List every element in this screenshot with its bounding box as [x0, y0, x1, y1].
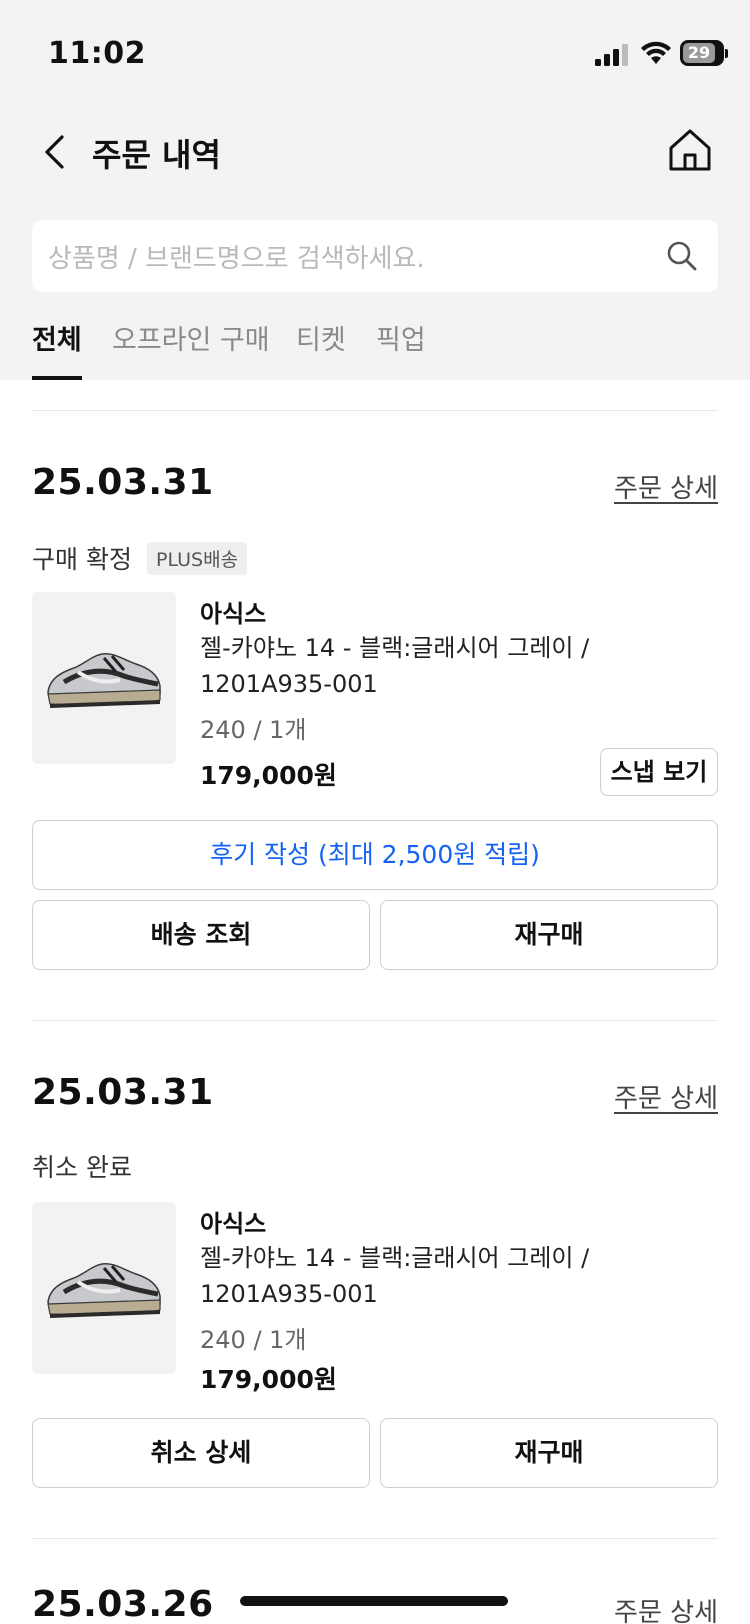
reorder-button[interactable]: 재구매	[380, 1418, 718, 1488]
back-icon[interactable]	[40, 134, 72, 170]
tab-offline[interactable]: 오프라인 구매	[112, 318, 270, 380]
product-name[interactable]: 젤-카야노 14 - 블랙:글래시어 그레이 / 1201A935-001	[200, 630, 600, 702]
home-indicator	[240, 1596, 508, 1606]
product-option: 240 / 1개	[200, 1326, 307, 1354]
divider	[32, 410, 718, 411]
home-icon[interactable]	[668, 128, 712, 172]
cellular-signal-icon	[595, 42, 629, 66]
order-date: 25.03.31	[32, 1072, 214, 1113]
write-review-button[interactable]: 후기 작성 (최대 2,500원 적립)	[32, 820, 718, 890]
order-date: 25.03.31	[32, 462, 214, 503]
search-icon[interactable]	[666, 240, 698, 272]
divider	[32, 1020, 718, 1021]
order-detail-link[interactable]: 주문 상세	[614, 468, 718, 505]
order-status-row: 구매 확정 PLUS배송	[32, 540, 248, 576]
tab-pickup[interactable]: 픽업	[376, 318, 426, 380]
tab-bar: 전체 오프라인 구매 티켓 픽업	[0, 318, 750, 380]
battery-icon: 29	[680, 40, 728, 66]
product-price: 179,000원	[200, 1365, 337, 1394]
track-delivery-button[interactable]: 배송 조회	[32, 900, 370, 970]
sneaker-icon	[47, 1262, 161, 1318]
delivery-badge: PLUS배송	[147, 541, 248, 575]
cancel-detail-button[interactable]: 취소 상세	[32, 1418, 370, 1488]
product-image[interactable]	[32, 592, 176, 764]
reorder-button[interactable]: 재구매	[380, 900, 718, 970]
battery-level: 29	[687, 43, 711, 62]
order-status: 취소 완료	[32, 1153, 132, 1182]
divider	[32, 1538, 718, 1539]
product-price: 179,000원	[200, 761, 337, 790]
tab-all[interactable]: 전체	[32, 318, 82, 380]
search-placeholder: 상품명 / 브랜드명으로 검색하세요.	[48, 244, 425, 274]
order-date: 25.03.26	[32, 1584, 214, 1624]
order-detail-link[interactable]: 주문 상세	[614, 1592, 718, 1624]
status-bar: 11:02 29	[0, 0, 750, 100]
snap-view-button[interactable]: 스냅 보기	[600, 748, 718, 796]
product-option: 240 / 1개	[200, 716, 307, 744]
tab-ticket[interactable]: 티켓	[296, 318, 346, 380]
tab-underline	[32, 376, 82, 380]
wifi-icon	[641, 41, 671, 64]
search-input[interactable]: 상품명 / 브랜드명으로 검색하세요.	[32, 220, 718, 292]
status-time: 11:02	[48, 36, 146, 71]
order-status: 구매 확정	[32, 545, 132, 574]
product-brand: 아식스	[200, 1210, 267, 1238]
product-image[interactable]	[32, 1202, 176, 1374]
order-status-row: 취소 완료	[32, 1148, 132, 1184]
sneaker-icon	[47, 652, 161, 708]
nav-bar: 주문 내역	[0, 118, 750, 182]
page-title: 주문 내역	[92, 136, 221, 174]
product-name[interactable]: 젤-카야노 14 - 블랙:글래시어 그레이 / 1201A935-001	[200, 1240, 600, 1312]
product-brand: 아식스	[200, 600, 267, 628]
order-detail-link[interactable]: 주문 상세	[614, 1078, 718, 1115]
